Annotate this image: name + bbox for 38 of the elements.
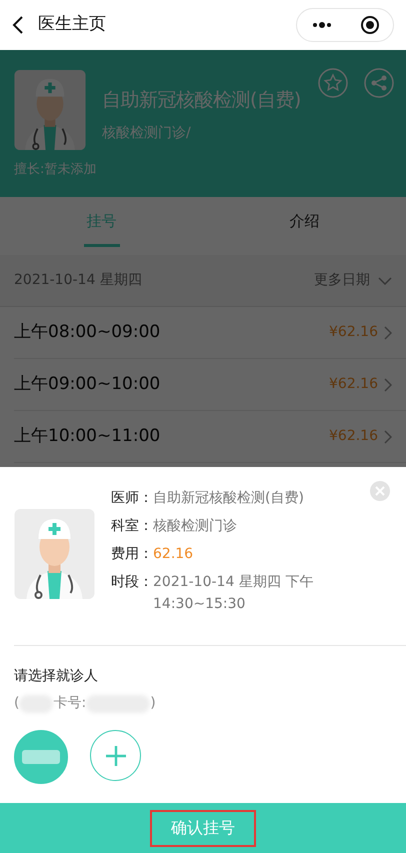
field-value: 2021-10-14 星期四 下午 14:30~15:30 — [153, 573, 314, 614]
slot-time: 上午08:00~09:00 — [14, 320, 160, 344]
field-value: 62.16 — [153, 545, 194, 564]
more-icon[interactable] — [310, 21, 332, 29]
slot-price: ¥62.16 — [329, 427, 378, 446]
slot-price: ¥62.16 — [329, 375, 378, 394]
tab[interactable]: 介绍 — [203, 197, 406, 255]
chevron-down-icon — [378, 276, 392, 284]
more-dates-button[interactable]: 更多日期 — [314, 270, 392, 291]
field-label: 科室： — [111, 517, 153, 536]
plus-icon — [104, 744, 126, 766]
field-value: 核酸检测门诊 — [153, 517, 238, 536]
confirm-button[interactable]: 确认挂号 — [150, 810, 256, 846]
doctor-name: 自助新冠核酸检测(自费) — [102, 88, 301, 113]
field-label: 时段： — [111, 573, 153, 592]
field-label: 费用： — [111, 545, 153, 564]
date-text: 2021-10-14 星期四 — [14, 271, 142, 290]
card-label: 卡号: — [53, 694, 86, 713]
field-value: 自助新冠核酸检测(自费) — [153, 489, 305, 508]
page-title: 医生主页 — [38, 13, 106, 36]
card-bracket: ) — [150, 694, 156, 713]
slot-price: ¥62.16 — [329, 323, 378, 342]
patient-prompt: 请选择就诊人 — [13, 667, 99, 686]
card-bracket: ( — [14, 694, 20, 713]
slot-time: 上午10:00~11:00 — [14, 424, 160, 448]
field-label: 医师： — [111, 489, 153, 508]
add-patient-button[interactable] — [90, 730, 141, 781]
close-target-icon[interactable] — [360, 15, 380, 35]
department-text: 核酸检测门诊/ — [102, 124, 192, 142]
back-icon[interactable] — [12, 15, 24, 35]
slot-time: 上午09:00~10:00 — [14, 372, 160, 396]
share-icon[interactable] — [364, 68, 394, 98]
specialty-text: 擅长:暂未添加 — [14, 161, 98, 179]
chevron-right-icon — [384, 378, 392, 392]
close-icon[interactable] — [370, 481, 390, 501]
patient-button[interactable] — [14, 730, 68, 784]
chevron-right-icon — [384, 430, 392, 444]
chevron-right-icon — [384, 326, 392, 340]
